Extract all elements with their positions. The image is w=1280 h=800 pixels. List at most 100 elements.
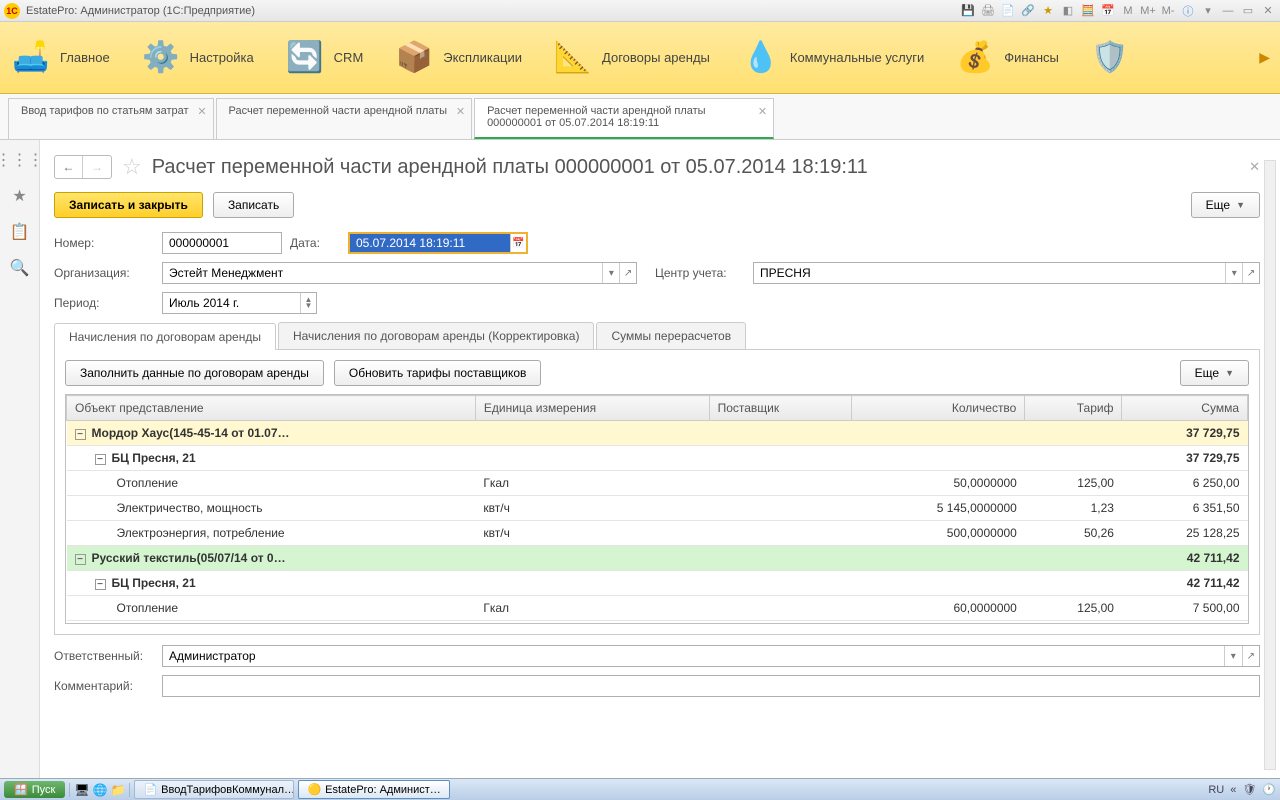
comment-field[interactable] — [162, 675, 1260, 697]
ie-icon[interactable]: 🌐 — [93, 783, 108, 797]
table-row[interactable]: −БЦ Пресня, 2142 711,42 — [67, 571, 1248, 596]
table-row[interactable]: −БЦ Пресня, 2137 729,75 — [67, 446, 1248, 471]
table-row[interactable]: −Русский текстиль(05/07/14 от 0…42 711,4… — [67, 546, 1248, 571]
collapse-icon[interactable]: − — [75, 554, 86, 565]
table-row[interactable]: ОтоплениеГкал50,0000000125,006 250,00 — [67, 471, 1248, 496]
star-icon[interactable]: ★ — [1040, 3, 1056, 19]
favorite-icon[interactable]: ★ — [12, 186, 26, 206]
calendar-icon[interactable]: 📅 — [1100, 3, 1116, 19]
maximize-icon[interactable]: ▭ — [1240, 3, 1256, 19]
org-input[interactable] — [163, 263, 602, 283]
info-icon[interactable]: ⓘ — [1180, 3, 1196, 19]
close-document-button[interactable]: ✕ — [1249, 159, 1260, 175]
center-input[interactable] — [754, 263, 1225, 283]
start-button[interactable]: 🪟 Пуск — [4, 781, 65, 798]
center-field[interactable]: ▾ ↗ — [753, 262, 1260, 284]
more-button[interactable]: Еще▼ — [1191, 192, 1260, 218]
dropdown-icon[interactable]: ▾ — [1225, 263, 1242, 283]
toolbar-item[interactable]: 🛋️Главное — [10, 37, 110, 79]
accruals-grid[interactable]: Объект представлениеЕдиница измеренияПос… — [65, 394, 1249, 624]
org-field[interactable]: ▾ ↗ — [162, 262, 637, 284]
close-icon[interactable]: ✕ — [1260, 3, 1276, 19]
doc-icon[interactable]: 📄 — [1000, 3, 1016, 19]
spinner-icon[interactable]: ▲▼ — [300, 293, 316, 313]
toolbar-item[interactable]: 📦Экспликации — [393, 37, 522, 79]
table-row[interactable]: −Мордор Хаус(145-45-14 от 01.07…37 729,7… — [67, 421, 1248, 446]
fill-by-contracts-button[interactable]: Заполнить данные по договорам аренды — [65, 360, 324, 386]
save-icon[interactable]: 💾 — [960, 3, 976, 19]
inner-tab[interactable]: Суммы перерасчетов — [596, 322, 746, 349]
document-tab[interactable]: Расчет переменной части арендной платы✕ — [216, 98, 473, 139]
tab-close-icon[interactable]: ✕ — [456, 105, 465, 118]
favorite-star-icon[interactable]: ☆ — [122, 154, 142, 180]
period-field[interactable]: ▲▼ — [162, 292, 317, 314]
tray-shield-icon[interactable]: 🛡 — [1242, 783, 1256, 796]
responsible-input[interactable] — [163, 646, 1224, 666]
explorer-icon[interactable]: 📁 — [111, 783, 126, 797]
document-tab[interactable]: Расчет переменной части арендной платы 0… — [474, 98, 774, 139]
toolbar-item[interactable]: 💰Финансы — [954, 37, 1059, 79]
number-input[interactable] — [163, 233, 281, 253]
column-header[interactable]: Поставщик — [709, 396, 851, 421]
m-plus-button[interactable]: M+ — [1140, 3, 1156, 19]
nav-forward-button[interactable]: → — [83, 156, 111, 178]
date-field[interactable]: 📅 — [348, 232, 528, 254]
tab-close-icon[interactable]: ✕ — [197, 105, 206, 118]
collapse-icon[interactable]: − — [95, 579, 106, 590]
table-row[interactable]: ОтоплениеГкал60,0000000125,007 500,00 — [67, 596, 1248, 621]
open-icon[interactable]: ↗ — [619, 263, 636, 283]
comment-input[interactable] — [163, 676, 1259, 696]
open-icon[interactable]: ↗ — [1242, 646, 1259, 666]
number-field[interactable] — [162, 232, 282, 254]
save-and-close-button[interactable]: Записать и закрыть — [54, 192, 203, 218]
toolbar-item[interactable]: 📐Договоры аренды — [552, 37, 710, 79]
taskbar-item[interactable]: 🟡EstatePro: Админист… — [298, 780, 449, 799]
m-button[interactable]: M — [1120, 3, 1136, 19]
m-minus-button[interactable]: M- — [1160, 3, 1176, 19]
column-header[interactable]: Тариф — [1025, 396, 1122, 421]
minimize-icon[interactable]: — — [1220, 3, 1236, 19]
taskbar-item[interactable]: 📄ВводТарифовКоммунал… — [134, 780, 294, 799]
toolbar-item[interactable]: ⚙️Настройка — [140, 37, 254, 79]
toolbar-item[interactable]: 🔄CRM — [284, 37, 364, 79]
apps-icon[interactable]: ⋮⋮⋮ — [0, 150, 44, 170]
desktop-icon[interactable]: 🖥 — [74, 783, 89, 797]
tab-close-icon[interactable]: ✕ — [758, 105, 767, 118]
date-input[interactable] — [350, 234, 510, 252]
dropdown-icon[interactable]: ▾ — [1224, 646, 1241, 666]
clipboard-icon[interactable]: 📋 — [10, 222, 30, 242]
column-header[interactable]: Количество — [851, 396, 1025, 421]
collapse-icon[interactable]: − — [95, 454, 106, 465]
column-header[interactable]: Единица измерения — [475, 396, 709, 421]
panel-more-button[interactable]: Еще▼ — [1180, 360, 1249, 386]
toolbar-shield[interactable]: 🛡️ — [1089, 37, 1131, 79]
open-icon[interactable]: ↗ — [1242, 263, 1259, 283]
table-row[interactable]: Электричество, мощностьквт/ч5 145,000000… — [67, 496, 1248, 521]
calendar-picker-icon[interactable]: 📅 — [510, 234, 526, 252]
responsible-field[interactable]: ▾ ↗ — [162, 645, 1260, 667]
document-tab[interactable]: Ввод тарифов по статьям затрат✕ — [8, 98, 214, 139]
update-tariffs-button[interactable]: Обновить тарифы поставщиков — [334, 360, 542, 386]
toolbar-more-arrow[interactable]: ▶ — [1259, 49, 1270, 66]
tray-clock-icon[interactable]: 🕐 — [1262, 783, 1276, 796]
save-button[interactable]: Записать — [213, 192, 294, 218]
inner-tab[interactable]: Начисления по договорам аренды (Корректи… — [278, 322, 594, 349]
period-input[interactable] — [163, 293, 300, 313]
column-header[interactable]: Объект представление — [67, 396, 476, 421]
lang-indicator[interactable]: RU — [1208, 784, 1224, 796]
collapse-icon[interactable]: − — [75, 429, 86, 440]
calc-icon[interactable]: 🧮 — [1080, 3, 1096, 19]
link-icon[interactable]: 🔗 — [1020, 3, 1036, 19]
print-icon[interactable]: 🖨 — [980, 3, 996, 19]
nav-back-button[interactable]: ← — [55, 156, 83, 178]
toolbar-item[interactable]: 💧Коммунальные услуги — [740, 37, 924, 79]
app-icon[interactable]: ◧ — [1060, 3, 1076, 19]
dropdown-icon[interactable]: ▾ — [1200, 3, 1216, 19]
inner-tab[interactable]: Начисления по договорам аренды — [54, 323, 276, 350]
column-header[interactable]: Сумма — [1122, 396, 1248, 421]
scrollbar[interactable] — [1264, 160, 1276, 770]
search-icon[interactable]: 🔍 — [10, 258, 30, 278]
tray-arrow-icon[interactable]: « — [1230, 784, 1236, 796]
dropdown-icon[interactable]: ▾ — [602, 263, 619, 283]
table-row[interactable]: Электроэнергия, потреблениеквт/ч500,0000… — [67, 521, 1248, 546]
